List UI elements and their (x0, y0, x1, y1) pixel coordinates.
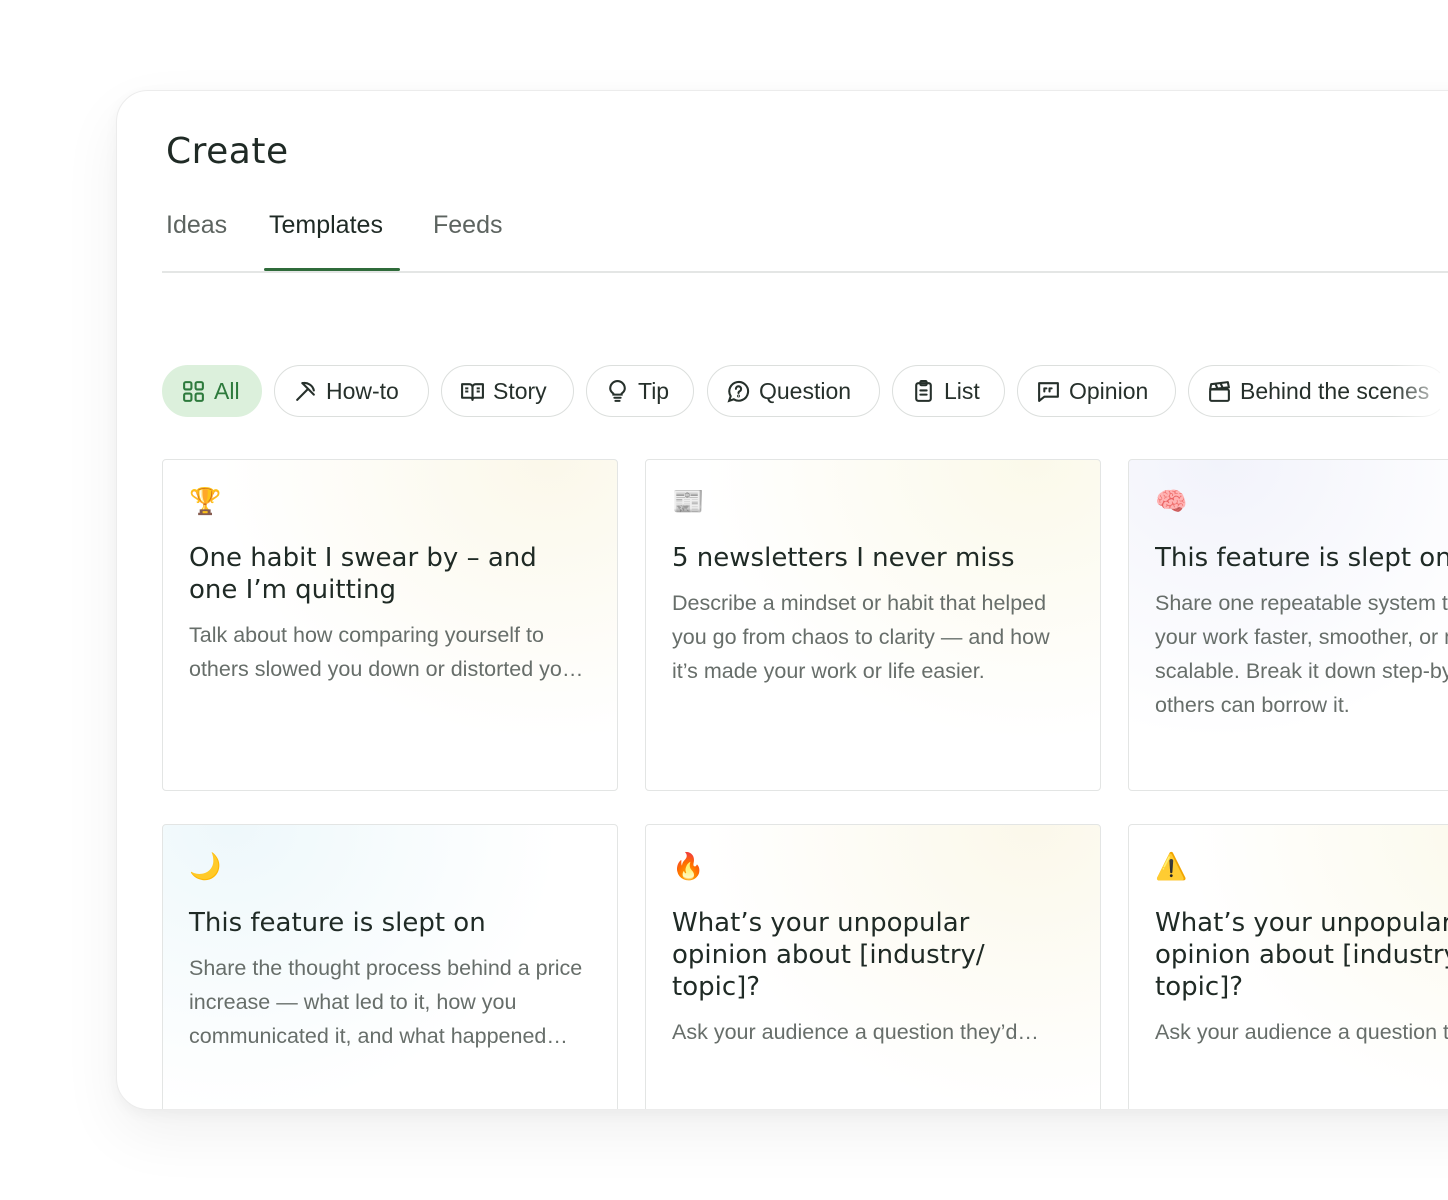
filter-opinion-label: Opinion (1069, 377, 1149, 404)
template-card[interactable]: 🔥 What’s your unpopular opinion about [i… (645, 824, 1101, 1109)
question-bubble-icon (727, 380, 750, 403)
tab-feeds[interactable]: Feeds (433, 211, 502, 240)
book-open-icon (461, 382, 484, 401)
trophy-icon: 🏆 (189, 487, 222, 517)
template-card-description: Describe a mindset or habit that helped … (672, 591, 1050, 683)
filter-all[interactable]: All (162, 365, 262, 417)
active-tab-indicator (264, 268, 400, 271)
newspaper-icon: 📰 (672, 487, 705, 517)
page-title: Create (166, 131, 289, 172)
filter-question[interactable]: Question (707, 365, 880, 417)
template-card[interactable]: 🏆 One habit I swear by – and one I’m qui… (162, 459, 618, 791)
filter-opinion[interactable]: Opinion (1017, 365, 1176, 417)
tab-ideas[interactable]: Ideas (166, 211, 227, 240)
filter-story-label: Story (493, 377, 547, 404)
template-card-title: One habit I swear by – and one I’m quitt… (189, 543, 537, 605)
template-card-description: Ask your audience a question they’d enjo… (1155, 1020, 1448, 1044)
brain-icon: 🧠 (1155, 487, 1188, 517)
chip-scroll-fade (1392, 365, 1448, 417)
template-card-title: This feature is slept on (189, 908, 486, 938)
clapperboard-icon (1209, 380, 1230, 402)
quote-bubble-icon (1038, 381, 1059, 402)
filter-chips: All How-to Story Tip Question List Opini… (162, 365, 1448, 421)
tab-templates[interactable]: Templates (269, 211, 383, 240)
lightbulb-icon (609, 379, 626, 402)
filter-list[interactable]: List (892, 365, 1005, 417)
filter-question-label: Question (759, 377, 852, 404)
warning-icon: ⚠️ (1155, 852, 1188, 882)
filter-all-label: All (214, 377, 240, 404)
moon-icon: 🌙 (189, 852, 222, 882)
filter-how-to-label: How-to (326, 377, 399, 404)
template-card-title: This feature is slept on (1155, 543, 1448, 573)
grid-icon (183, 380, 204, 402)
pickaxe-icon (296, 381, 315, 401)
template-card-title: 5 newsletters I never miss (672, 543, 1015, 573)
template-card-description: Share one repeatable system that makes y… (1155, 591, 1448, 717)
template-card[interactable]: ⚠️ What’s your unpopular opinion about [… (1128, 824, 1448, 1109)
template-card-description: Ask your audience a question they’d enjo… (672, 1020, 1018, 1044)
filter-tip-label: Tip (638, 377, 670, 404)
template-card-title: What’s your unpopular opinion about [ind… (672, 908, 985, 1002)
template-card-description: Talk about how comparing yourself to oth… (189, 623, 581, 681)
filter-tip[interactable]: Tip (586, 365, 694, 417)
create-panel: Create Ideas Templates Feeds All How-to … (116, 90, 1448, 1110)
template-card-description: Share the thought process behind a price… (189, 956, 583, 1048)
filter-story[interactable]: Story (441, 365, 574, 417)
fire-icon: 🔥 (672, 852, 705, 882)
template-card[interactable]: 🌙 This feature is slept on Share the tho… (162, 824, 618, 1109)
tab-bar: Ideas Templates Feeds (162, 201, 1448, 273)
template-card[interactable]: 🧠 This feature is slept on Share one rep… (1128, 459, 1448, 791)
filter-how-to[interactable]: How-to (274, 365, 429, 417)
template-card[interactable]: 📰 5 newsletters I never miss Describe a … (645, 459, 1101, 791)
template-card-title: What’s your unpopular opinion about [ind… (1155, 908, 1448, 1002)
filter-list-label: List (944, 377, 980, 404)
clipboard-list-icon (915, 379, 932, 402)
